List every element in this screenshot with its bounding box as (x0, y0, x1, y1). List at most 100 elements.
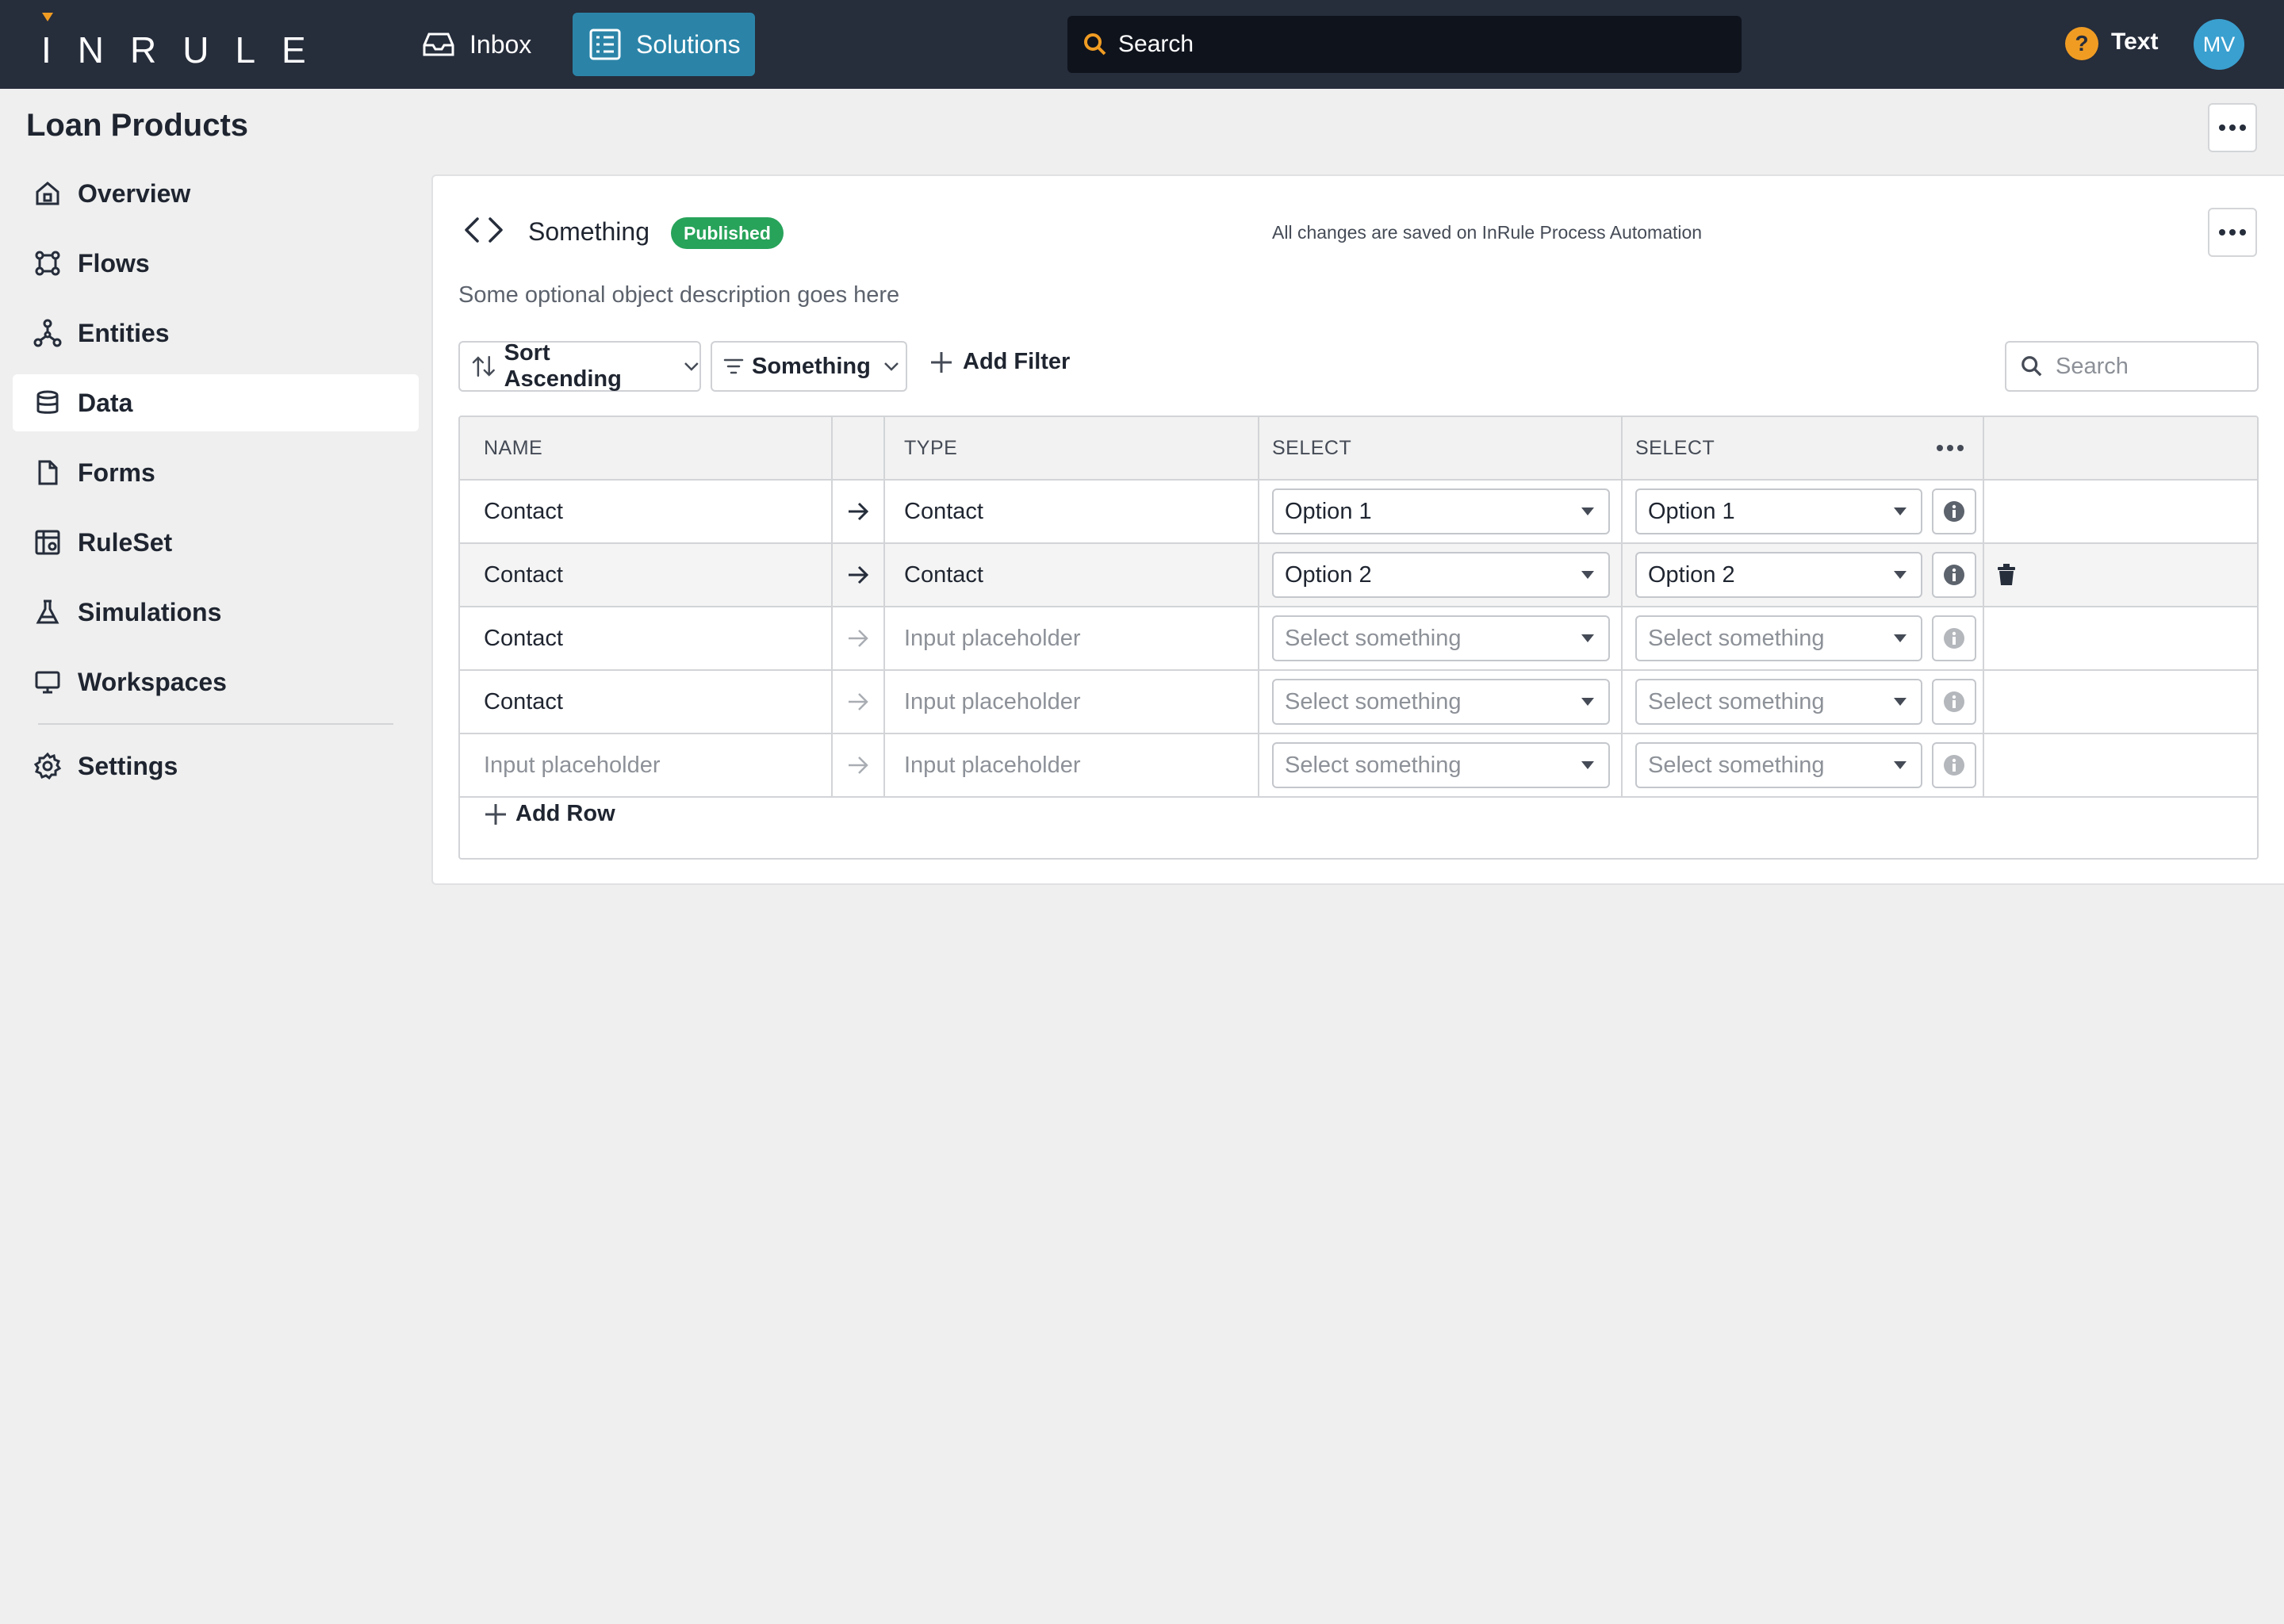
select-placeholder: Select something (1648, 752, 1825, 778)
name-input[interactable]: Input placeholder (460, 734, 833, 796)
info-button[interactable] (1932, 679, 1976, 725)
home-icon (36, 182, 59, 205)
column-header-name: NAME (460, 417, 833, 479)
sidebar-item-workspaces[interactable]: Workspaces (13, 653, 419, 710)
table-row[interactable]: Contact Contact Option 2 Option 2 (460, 544, 2257, 607)
select-dropdown[interactable]: Select something (1635, 742, 1922, 788)
search-icon (2021, 356, 2042, 377)
nav-inbox-label: Inbox (469, 29, 532, 59)
object-more-button[interactable] (2208, 208, 2257, 257)
column-header-arrow (833, 417, 885, 479)
row-actions-cell (1984, 544, 2257, 606)
sidebar-item-simulations[interactable]: Simulations (13, 584, 419, 641)
global-search-input[interactable] (1117, 30, 1719, 59)
sidebar-item-label: Simulations (78, 597, 222, 626)
help-icon[interactable]: ? (2065, 27, 2098, 60)
document-icon (38, 460, 58, 485)
select-dropdown[interactable]: Select something (1635, 615, 1922, 661)
arrow-right-icon (849, 756, 868, 774)
caret-down-icon (1894, 571, 1907, 579)
select-placeholder: Select something (1648, 625, 1825, 651)
filter-dropdown[interactable]: Something (711, 341, 907, 392)
type-input[interactable]: Input placeholder (885, 734, 1259, 796)
type-cell[interactable]: Contact (885, 481, 1259, 542)
info-icon (1944, 565, 1964, 585)
select-dropdown[interactable]: Select something (1272, 615, 1610, 661)
select-placeholder: Select something (1285, 625, 1462, 651)
name-cell[interactable]: Contact (460, 481, 833, 542)
global-search[interactable] (1067, 16, 1742, 73)
name-cell[interactable]: Contact (460, 544, 833, 606)
top-bar: INRULE Inbox Solutions ? Text MV (0, 0, 2284, 89)
add-row-button[interactable]: Add Row (484, 801, 615, 827)
name-cell[interactable]: Contact (460, 607, 833, 669)
nav-solutions-label: Solutions (636, 29, 741, 59)
column-header-select-1: SELECT (1259, 417, 1623, 479)
info-icon (1944, 755, 1964, 776)
sidebar-item-settings[interactable]: Settings (13, 737, 419, 795)
sidebar-item-entities[interactable]: Entities (13, 304, 419, 362)
sidebar-item-flows[interactable]: Flows (13, 235, 419, 292)
plus-icon (931, 351, 952, 373)
nav-solutions-button[interactable]: Solutions (573, 13, 755, 76)
info-button[interactable] (1932, 615, 1976, 661)
table-row[interactable]: Contact Input placeholder Select somethi… (460, 671, 2257, 734)
type-cell[interactable]: Contact (885, 544, 1259, 606)
ruleset-icon (35, 530, 60, 555)
select-cell-1: Option 1 (1259, 481, 1623, 542)
name-cell[interactable]: Contact (460, 671, 833, 733)
type-input[interactable]: Input placeholder (885, 607, 1259, 669)
arrow-right-icon (849, 693, 868, 710)
type-input[interactable]: Input placeholder (885, 671, 1259, 733)
select-placeholder: Select something (1285, 752, 1462, 778)
sidebar-item-label: Flows (78, 248, 150, 278)
code-toggle[interactable] (463, 216, 504, 244)
select-dropdown[interactable]: Select something (1272, 742, 1610, 788)
info-button[interactable] (1932, 552, 1976, 598)
table-search-input[interactable] (2054, 352, 2244, 381)
flask-icon (36, 599, 59, 624)
avatar[interactable]: MV (2194, 19, 2244, 70)
caret-down-icon (1581, 571, 1594, 579)
help-text[interactable]: Text (2111, 29, 2158, 56)
sidebar-item-forms[interactable]: Forms (13, 444, 419, 501)
save-status-text: All changes are saved on InRule Process … (1272, 222, 1703, 243)
select-dropdown[interactable]: Select something (1272, 679, 1610, 725)
column-header-actions (1984, 417, 2257, 479)
page-more-button[interactable] (2208, 103, 2257, 152)
table-row[interactable]: Contact Contact Option 1 Option 1 (460, 481, 2257, 544)
select-value: Option 1 (1648, 498, 1735, 524)
select-dropdown[interactable]: Option 2 (1272, 552, 1610, 598)
info-button[interactable] (1932, 488, 1976, 534)
select-cell-2: Option 1 (1623, 481, 1984, 542)
sort-dropdown[interactable]: Sort Ascending (458, 340, 701, 392)
add-filter-button[interactable]: Add Filter (929, 349, 1070, 375)
status-badge: Published (671, 217, 784, 249)
select-dropdown[interactable]: Select something (1635, 679, 1922, 725)
info-button[interactable] (1932, 742, 1976, 788)
caret-down-icon (1894, 508, 1907, 515)
sidebar-item-data[interactable]: Data (13, 374, 419, 431)
select-dropdown[interactable]: Option 1 (1635, 488, 1922, 534)
table-search[interactable] (2005, 341, 2259, 392)
select-cell-1: Option 2 (1259, 544, 1623, 606)
table-row[interactable]: Contact Input placeholder Select somethi… (460, 607, 2257, 671)
select-dropdown[interactable]: Option 1 (1272, 488, 1610, 534)
select-placeholder: Select something (1285, 688, 1462, 714)
select-cell-2: Select something (1623, 734, 1984, 796)
trash-icon[interactable] (1997, 564, 2016, 586)
select-dropdown[interactable]: Option 2 (1635, 552, 1922, 598)
logo-text: INRULE (41, 29, 332, 71)
select-cell-2: Option 2 (1623, 544, 1984, 606)
caret-down-icon (1581, 761, 1594, 769)
more-icon (2219, 229, 2246, 236)
arrow-right-icon (849, 502, 869, 521)
sidebar-item-ruleset[interactable]: RuleSet (13, 514, 419, 571)
column-more-icon[interactable] (1937, 445, 1964, 451)
chevron-down-icon (684, 362, 699, 371)
caret-down-icon (1581, 698, 1594, 706)
code-icon (465, 217, 503, 243)
sidebar-item-overview[interactable]: Overview (13, 165, 419, 222)
table-row[interactable]: Input placeholder Input placeholder Sele… (460, 734, 2257, 798)
nav-inbox-button[interactable]: Inbox (419, 13, 546, 76)
